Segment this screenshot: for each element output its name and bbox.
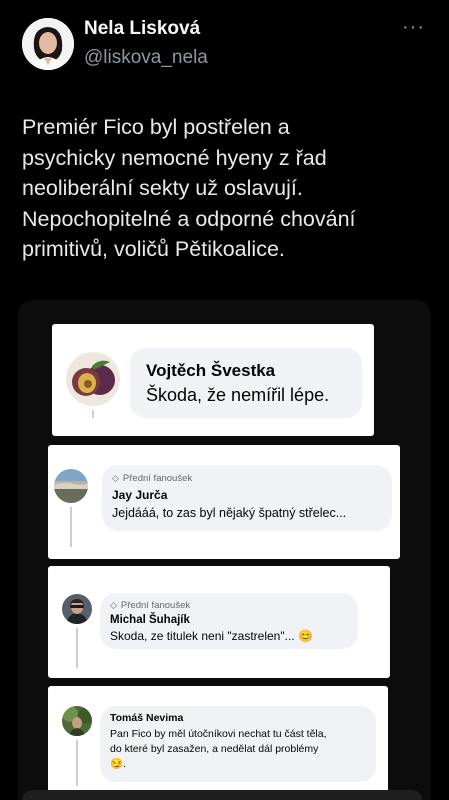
comment-text: Škoda, že nemířil lépe. (146, 385, 330, 405)
comment-bubble: Vojtěch Švestka Škoda, že nemířil lépe. (130, 348, 362, 418)
badge-label: Přední fanoušek (120, 600, 191, 611)
comment-author[interactable]: Vojtěch Švestka (146, 361, 346, 381)
top-fan-badge: ◇ Přední fanoušek (112, 473, 382, 484)
comment-card: ◇ Přední fanoušek Jay Jurča Jejdááá, to … (48, 445, 400, 559)
more-options-button[interactable]: ··· (402, 16, 425, 39)
comment-text: Jejdááá, to zas byl nějaký špatný střele… (112, 506, 347, 520)
thread-line (70, 507, 72, 547)
plum-avatar (66, 352, 120, 406)
bottom-bar (22, 790, 422, 800)
author-name[interactable]: Nela Lisková (84, 18, 200, 40)
diamond-icon: ◇ (112, 473, 119, 483)
tweet-header: Nela Lisková @liskova_nela ··· (0, 0, 449, 90)
comment-card: ◇ Přední fanoušek Michal Šuhajík Skoda, … (48, 566, 390, 678)
author-handle[interactable]: @liskova_nela (84, 47, 208, 69)
thread-line (92, 410, 94, 418)
top-fan-badge: ◇ Přední fanoušek (110, 600, 348, 611)
comment-card: Vojtěch Švestka Škoda, že nemířil lépe. (52, 324, 374, 436)
ellipsis-icon: ··· (402, 16, 425, 38)
comment-bubble: Tomáš Nevima Pan Fico by měl útočníkovi … (100, 706, 376, 782)
comment-card: Tomáš Nevima Pan Fico by měl útočníkovi … (48, 686, 388, 800)
comment-author[interactable]: Michal Šuhajík (110, 614, 348, 626)
comment-bubble: ◇ Přední fanoušek Jay Jurča Jejdááá, to … (102, 465, 392, 531)
diamond-icon: ◇ (110, 600, 117, 610)
thread-line (76, 740, 78, 786)
landscape-avatar (54, 469, 88, 503)
thread-line (76, 628, 78, 668)
comment-author[interactable]: Tomáš Nevima (110, 712, 366, 724)
author-avatar[interactable] (22, 18, 74, 70)
comment-bubble: ◇ Přední fanoušek Michal Šuhajík Skoda, … (100, 593, 358, 649)
comment-text: Pan Fico by měl útočníkovi nechat tu čás… (110, 728, 327, 770)
tweet-media-image[interactable]: Vojtěch Švestka Škoda, že nemířil lépe. … (18, 300, 431, 800)
outdoor-avatar (62, 706, 92, 736)
comment-author[interactable]: Jay Jurča (112, 488, 382, 502)
badge-label: Přední fanoušek (122, 473, 193, 484)
man-avatar (62, 594, 92, 624)
comment-text: Skoda, ze titulek neni "zastrelen"... 😊 (110, 629, 313, 643)
tweet-text: Premiér Fico byl postřelen a psychicky n… (22, 115, 356, 261)
